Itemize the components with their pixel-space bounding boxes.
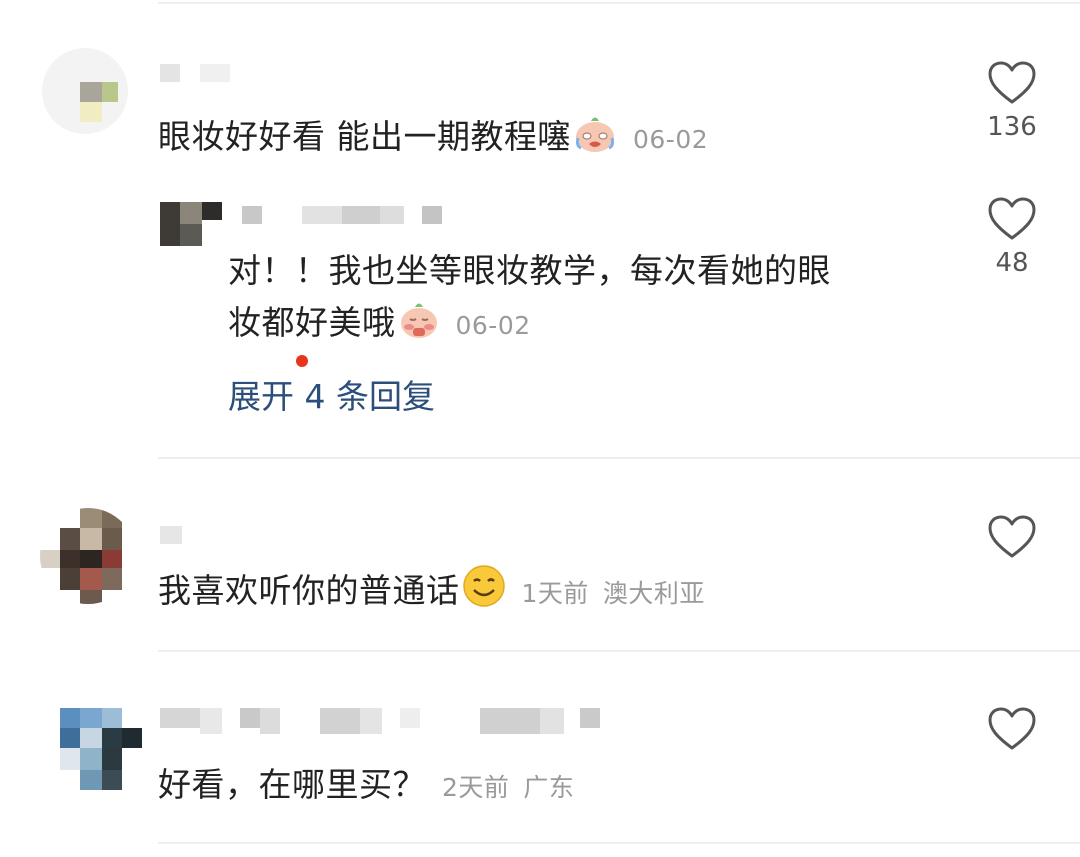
heart-icon [988,61,1036,104]
reply-like-count: 48 [995,248,1029,278]
comment-time: 2天前 [442,773,510,802]
reply-avatar[interactable] [160,202,222,246]
comment-body: 眼妆好好看 能出一期教程噻 [158,117,571,156]
expand-replies-link[interactable]: 展开 4 条回复 [228,370,435,418]
crying-face-emoji [575,117,615,152]
reply-text-line2: 妆都好美哦 06-02 [228,296,531,344]
reply-text-line1: 对！！我也坐等眼妆教学，每次看她的眼 [228,251,831,290]
comment-date: 06-02 [633,125,709,154]
username-blurred[interactable] [160,708,600,736]
reply-body-line2: 妆都好美哦 [228,303,396,342]
heart-icon [988,707,1036,750]
comment-time: 1天前 [521,579,589,608]
comment-body: 我喜欢听你的普通话 [158,571,460,610]
reply-like-button[interactable]: 48 [982,196,1042,278]
reply-date: 06-02 [455,311,531,340]
comment-divider [158,457,1080,459]
like-button[interactable] [982,514,1042,560]
heart-icon [988,515,1036,558]
new-reply-badge [296,355,308,367]
username-blurred[interactable] [160,526,240,544]
comment-divider [158,650,1080,652]
reply-username-blurred[interactable] [242,206,442,224]
comment-location: 广东 [523,773,575,802]
heart-icon [988,197,1036,240]
avatar[interactable] [60,708,142,790]
comment-divider [158,842,1080,844]
like-button[interactable] [982,706,1042,752]
avatar[interactable] [42,48,128,134]
like-button[interactable]: 136 [982,60,1042,142]
comment-location: 澳大利亚 [602,579,705,608]
smiling-face-emoji [462,565,505,607]
shy-face-emoji [400,303,437,338]
comment-text: 眼妆好好看 能出一期教程噻 06-02 [158,110,708,158]
avatar[interactable] [40,508,136,604]
comment-text: 好看，在哪里买？ 2天前 广东 [158,758,574,806]
top-divider [158,2,1080,4]
comment-text: 我喜欢听你的普通话 1天前 澳大利亚 [158,564,705,612]
comment-body: 好看，在哪里买？ [158,765,426,804]
username-blurred[interactable] [160,64,250,82]
like-count: 136 [987,112,1037,142]
